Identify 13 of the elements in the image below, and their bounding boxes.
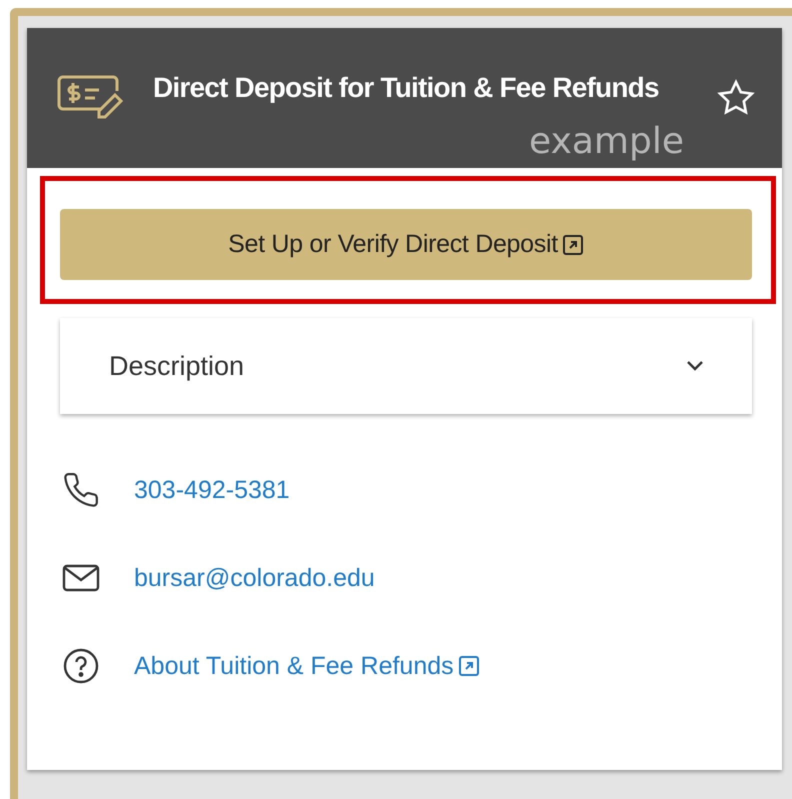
external-link-icon [458,655,480,677]
description-accordion[interactable]: Description [60,318,752,414]
help-icon [62,647,100,685]
annotation-label: example [529,121,684,162]
external-link-icon [562,234,584,256]
contact-link[interactable]: bursar@colorado.edu [134,564,375,592]
chevron-icon [684,359,706,373]
direct-deposit-button[interactable]: Set Up or Verify Direct Deposit [60,209,752,280]
contact-link[interactable]: 303-492-5381 [134,476,290,504]
mail-icon [62,563,100,593]
card-title: Direct Deposit for Tuition & Fee Refunds [153,70,660,104]
phone-icon [62,471,100,509]
contact-link[interactable]: About Tuition & Fee Refunds [134,652,480,680]
